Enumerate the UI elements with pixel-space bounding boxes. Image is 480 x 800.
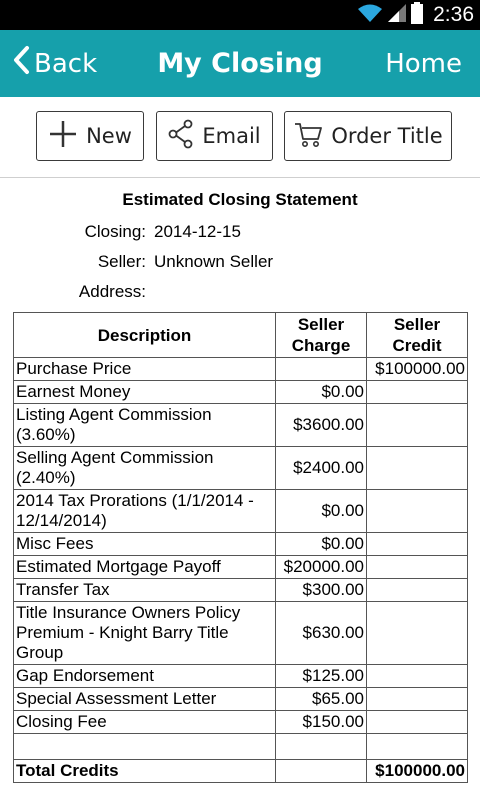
- cart-icon: [293, 119, 331, 154]
- table-row: Gap Endorsement $125.00: [13, 664, 468, 688]
- closing-statement-table: Description Seller Charge Seller Credit …: [13, 312, 468, 783]
- row-description: [13, 733, 276, 760]
- row-charge: $0.00: [275, 380, 367, 404]
- row-credit: [366, 601, 468, 665]
- header-seller-charge: Seller Charge: [275, 312, 367, 358]
- row-credit: [366, 710, 468, 734]
- header-description: Description: [13, 312, 276, 358]
- email-label: Email: [202, 124, 261, 148]
- row-credit: [366, 489, 468, 533]
- row-charge: $2400.00: [275, 446, 367, 490]
- home-button[interactable]: Home: [385, 30, 462, 97]
- table-row: Misc Fees $0.00: [13, 532, 468, 556]
- row-description: Selling Agent Commission (2.40%): [13, 446, 276, 490]
- row-charge: [275, 357, 367, 381]
- toolbar: New Email Order Title: [0, 97, 480, 178]
- table-row: Special Assessment Letter $65.00: [13, 687, 468, 711]
- seller-value: Unknown Seller: [154, 252, 274, 271]
- row-credit: [366, 403, 468, 447]
- table-row: Title Insurance Owners Policy Premium - …: [13, 601, 468, 665]
- table-row: Closing Fee $150.00: [13, 710, 468, 734]
- table-header-row: Description Seller Charge Seller Credit: [13, 312, 468, 358]
- email-button[interactable]: Email: [156, 111, 273, 161]
- table-row: [13, 733, 468, 760]
- status-time: 2:36: [433, 3, 474, 26]
- total-row: Total Credits $100000.00: [13, 759, 468, 783]
- table-row: Purchase Price $100000.00: [13, 357, 468, 381]
- closing-label: Closing:: [84, 222, 146, 241]
- row-charge: $630.00: [275, 601, 367, 665]
- row-description: Misc Fees: [13, 532, 276, 556]
- share-icon: [168, 119, 202, 154]
- row-description: Estimated Mortgage Payoff: [13, 555, 276, 579]
- row-charge: $0.00: [275, 489, 367, 533]
- row-charge: $0.00: [275, 532, 367, 556]
- order-title-button[interactable]: Order Title: [284, 111, 452, 161]
- table-row: Transfer Tax $300.00: [13, 578, 468, 602]
- back-label: Back: [34, 48, 98, 79]
- total-credit: $100000.00: [366, 759, 468, 783]
- row-credit: [366, 578, 468, 602]
- row-charge: $20000.00: [275, 555, 367, 579]
- table-row: 2014 Tax Prorations (1/1/2014 - 12/14/20…: [13, 489, 468, 533]
- row-description: Earnest Money: [13, 380, 276, 404]
- row-description: Special Assessment Letter: [13, 687, 276, 711]
- row-description: Title Insurance Owners Policy Premium - …: [13, 601, 276, 665]
- table-row: Selling Agent Commission (2.40%) $2400.00: [13, 446, 468, 490]
- row-credit: [366, 687, 468, 711]
- row-credit: [366, 733, 468, 760]
- row-charge: $125.00: [275, 664, 367, 688]
- row-charge: $65.00: [275, 687, 367, 711]
- row-description: Purchase Price: [13, 357, 276, 381]
- seller-label: Seller:: [97, 252, 146, 271]
- row-description: Gap Endorsement: [13, 664, 276, 688]
- status-bar: 2:36: [0, 0, 480, 30]
- row-credit: [366, 446, 468, 490]
- new-button[interactable]: New: [36, 111, 144, 161]
- status-icons: 2:36: [357, 0, 474, 30]
- row-credit: [366, 555, 468, 579]
- wifi-icon: [357, 3, 383, 27]
- statement-title: Estimated Closing Statement: [122, 190, 358, 209]
- order-title-label: Order Title: [331, 124, 443, 148]
- battery-icon: [411, 2, 424, 28]
- row-description: Closing Fee: [13, 710, 276, 734]
- row-credit: [366, 664, 468, 688]
- back-button[interactable]: Back: [12, 30, 97, 97]
- nav-bar: Back My Closing Home: [0, 30, 480, 97]
- row-description: 2014 Tax Prorations (1/1/2014 - 12/14/20…: [13, 489, 276, 533]
- row-charge: $300.00: [275, 578, 367, 602]
- row-credit: [366, 380, 468, 404]
- table-row: Estimated Mortgage Payoff $20000.00: [13, 555, 468, 579]
- row-credit: $100000.00: [366, 357, 468, 381]
- total-label: Total Credits: [13, 759, 276, 783]
- closing-value: 2014-12-15: [154, 222, 241, 241]
- table-row: Earnest Money $0.00: [13, 380, 468, 404]
- new-label: New: [86, 124, 132, 148]
- row-charge: [275, 733, 367, 760]
- address-label: Address:: [78, 282, 146, 301]
- plus-icon: [48, 119, 86, 154]
- row-description: Listing Agent Commission (3.60%): [13, 403, 276, 447]
- row-description: Transfer Tax: [13, 578, 276, 602]
- table-row: Listing Agent Commission (3.60%) $3600.00: [13, 403, 468, 447]
- row-charge: $150.00: [275, 710, 367, 734]
- row-credit: [366, 532, 468, 556]
- header-seller-credit: Seller Credit: [366, 312, 468, 358]
- chevron-left-icon: [12, 45, 34, 82]
- row-charge: $3600.00: [275, 403, 367, 447]
- signal-icon: [387, 3, 407, 27]
- total-charge: [275, 759, 367, 783]
